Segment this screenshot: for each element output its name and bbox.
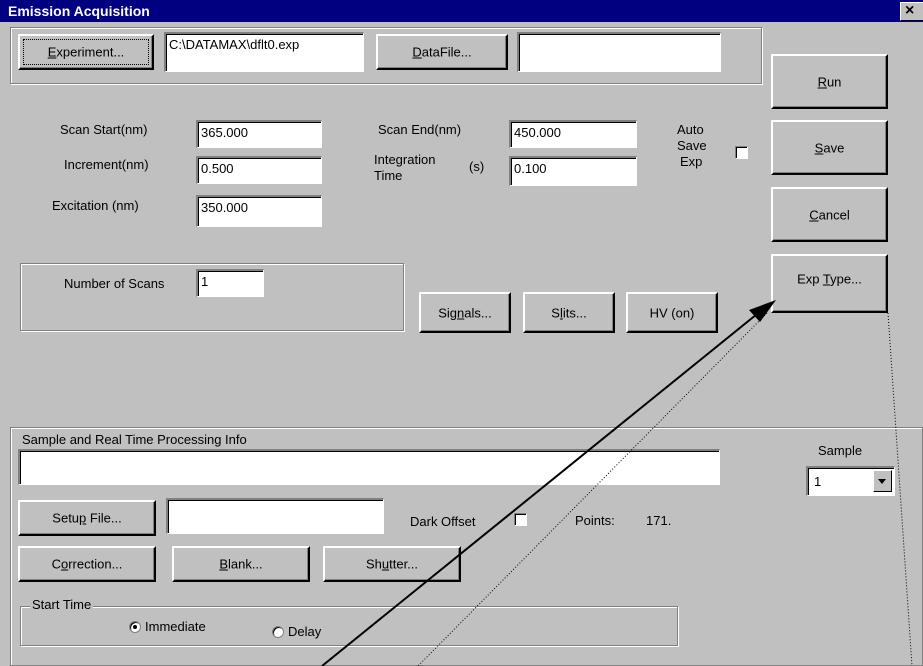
callout-dotted-line-right (887, 312, 913, 666)
arrow-head (749, 300, 776, 322)
annotation-overlay (321, 300, 913, 666)
arrow-line (321, 309, 763, 666)
callout-dotted-line-left (417, 312, 768, 666)
emission-acquisition-window: Emission Acquisition × Experiment... C:\… (0, 0, 923, 666)
